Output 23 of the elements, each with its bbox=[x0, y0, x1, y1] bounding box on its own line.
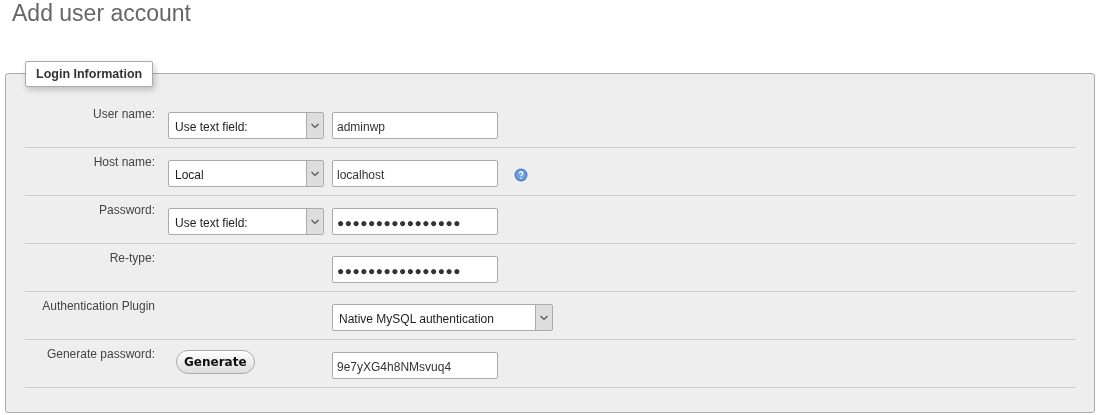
caret-icon bbox=[306, 113, 323, 138]
field-label: User name: bbox=[91, 106, 155, 121]
dropdown[interactable]: Native MySQL authentication bbox=[332, 304, 553, 331]
caret-icon bbox=[306, 209, 323, 234]
panel-legend: Login Information bbox=[25, 61, 154, 87]
caret-icon bbox=[306, 161, 323, 186]
help-icon[interactable] bbox=[514, 168, 528, 182]
input-field[interactable]: 9e7yXG4h8NMsvuq4 bbox=[332, 352, 498, 379]
field-label: Authentication Plugin bbox=[41, 298, 155, 313]
generate-button[interactable]: Generate bbox=[176, 350, 255, 374]
input-field[interactable]: ●●●●●●●●●●●●●●●● bbox=[332, 256, 498, 283]
input-field[interactable]: localhost bbox=[332, 160, 498, 187]
dropdown[interactable]: Use text field: bbox=[168, 208, 324, 235]
page-title: Add user account bbox=[11, 0, 192, 28]
field-label: Host name: bbox=[92, 154, 155, 169]
dropdown[interactable]: Use text field: bbox=[168, 112, 324, 139]
field-label: Generate password: bbox=[45, 346, 155, 361]
field-label: Password: bbox=[97, 202, 155, 217]
dropdown[interactable]: Local bbox=[168, 160, 324, 187]
input-field[interactable]: adminwp bbox=[332, 112, 498, 139]
field-label: Re-type: bbox=[108, 250, 155, 265]
input-field[interactable]: ●●●●●●●●●●●●●●●● bbox=[332, 208, 498, 235]
caret-icon bbox=[535, 305, 552, 330]
